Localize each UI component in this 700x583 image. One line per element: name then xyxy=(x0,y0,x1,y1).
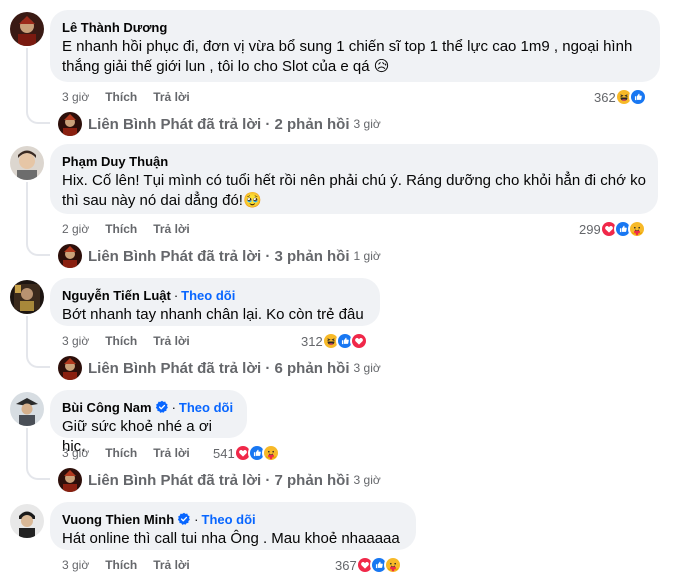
reply-button[interactable]: Trả lời xyxy=(153,558,190,572)
thread-connector xyxy=(26,464,50,480)
avatar[interactable] xyxy=(10,12,44,46)
avatar xyxy=(58,244,82,268)
comment-text: Hix. Cố lên! Tụi mình có tuổi hết rồi nê… xyxy=(62,172,646,209)
reaction-count: 299 xyxy=(579,221,601,237)
reaction-summary[interactable]: 541 xyxy=(213,443,280,463)
like-button[interactable]: Thích xyxy=(105,334,137,348)
comment-author[interactable]: Lê Thành Dương xyxy=(62,20,167,35)
care-icon xyxy=(261,444,280,462)
separator-dot: · xyxy=(173,287,179,303)
reply-time: 3 giờ xyxy=(353,361,381,375)
follow-button[interactable]: Theo dõi xyxy=(202,512,256,527)
reply-button[interactable]: Trả lời xyxy=(153,90,190,104)
comment-bubble: Vuong Thien Minh · Theo dõi Hát online t… xyxy=(50,502,416,550)
comment-bubble: Lê Thành Dương E nhanh hồi phục đi, đơn … xyxy=(50,10,660,82)
avatar[interactable] xyxy=(10,146,44,180)
reaction-count: 312 xyxy=(301,333,323,349)
comment-actions: 3 giờ Thích Trả lời xyxy=(62,557,206,573)
verified-badge-icon xyxy=(155,400,169,414)
reply-button[interactable]: Trả lời xyxy=(153,334,190,348)
reaction-count: 362 xyxy=(594,89,616,105)
separator-dot: · xyxy=(194,511,199,527)
view-replies[interactable]: Liên Bình Phát đã trả lời · 2 phản hồi 3… xyxy=(58,112,381,136)
avatar xyxy=(58,112,82,136)
reply-button[interactable]: Trả lời xyxy=(153,222,190,236)
view-replies[interactable]: Liên Bình Phát đã trả lời · 3 phản hồi 1… xyxy=(58,244,381,268)
like-button[interactable]: Thích xyxy=(105,90,137,104)
thread-line xyxy=(26,48,28,108)
comment-text: Hát online thì call tui nha Ông . Mau kh… xyxy=(62,530,400,547)
follow-button[interactable]: Theo dõi xyxy=(181,288,235,303)
reply-time: 3 giờ xyxy=(353,473,381,487)
comment-text: Bớt nhanh tay nhanh chân lại. Ko còn trẻ… xyxy=(62,306,364,323)
avatar[interactable] xyxy=(10,280,44,314)
reply-summary[interactable]: Liên Bình Phát đã trả lời · 7 phản hồi xyxy=(88,472,350,489)
comment-author[interactable]: Phạm Duy Thuận xyxy=(62,154,168,169)
thread-line xyxy=(26,428,28,464)
reply-summary[interactable]: Liên Bình Phát đã trả lời · 2 phản hồi xyxy=(88,116,350,133)
comment-bubble: Phạm Duy Thuận Hix. Cố lên! Tụi mình có … xyxy=(50,144,658,214)
care-icon xyxy=(627,220,646,238)
like-button[interactable]: Thích xyxy=(105,558,137,572)
comment-actions: 2 giờ Thích Trả lời xyxy=(62,221,206,237)
thread-line xyxy=(26,316,28,352)
love-icon xyxy=(349,332,368,350)
reply-summary[interactable]: Liên Bình Phát đã trả lời · 6 phản hồi xyxy=(88,360,350,377)
verified-badge-icon xyxy=(177,512,191,526)
avatar xyxy=(58,356,82,380)
comment-bubble: Bùi Công Nam · Theo dõi Giữ sức khoẻ nhé… xyxy=(50,390,247,455)
reaction-summary[interactable]: 367 xyxy=(335,555,402,575)
comment-time[interactable]: 2 giờ xyxy=(62,222,89,236)
thread-connector xyxy=(26,240,50,256)
reply-time: 3 giờ xyxy=(353,117,381,131)
comment-time[interactable]: 3 giờ xyxy=(62,334,89,348)
comment-time[interactable]: 3 giờ xyxy=(62,558,89,572)
comment-actions: 3 giờ Thích Trả lời xyxy=(62,333,206,349)
comment-author[interactable]: Vuong Thien Minh xyxy=(62,512,174,527)
avatar[interactable] xyxy=(10,504,44,538)
reply-time: 1 giờ xyxy=(353,249,381,263)
comment-actions: 3 giờ Thích Trả lời xyxy=(62,445,206,461)
like-button[interactable]: Thích xyxy=(105,446,137,460)
comment-actions: 3 giờ Thích Trả lời xyxy=(62,89,206,105)
reaction-count: 367 xyxy=(335,557,357,573)
follow-button[interactable]: Theo dõi xyxy=(179,400,233,415)
separator-dot: · xyxy=(171,399,176,415)
thread-connector xyxy=(26,352,50,368)
comment-author[interactable]: Nguyễn Tiến Luật xyxy=(62,288,171,303)
comment-time[interactable]: 3 giờ xyxy=(62,446,89,460)
thread-connector xyxy=(26,108,50,124)
avatar[interactable] xyxy=(10,392,44,426)
reply-summary[interactable]: Liên Bình Phát đã trả lời · 3 phản hồi xyxy=(88,248,350,265)
view-replies[interactable]: Liên Bình Phát đã trả lời · 7 phản hồi 3… xyxy=(58,468,381,492)
reaction-summary[interactable]: 362 xyxy=(594,87,647,107)
reply-button[interactable]: Trả lời xyxy=(153,446,190,460)
reaction-summary[interactable]: 299 xyxy=(579,219,646,239)
comment-text: E nhanh hồi phục đi, đơn vị vừa bổ sung … xyxy=(62,38,633,75)
view-replies[interactable]: Liên Bình Phát đã trả lời · 6 phản hồi 3… xyxy=(58,356,381,380)
reaction-summary[interactable]: 312 xyxy=(301,331,368,351)
reaction-count: 541 xyxy=(213,445,235,461)
avatar xyxy=(58,468,82,492)
comment-author[interactable]: Bùi Công Nam xyxy=(62,400,152,415)
like-button[interactable]: Thích xyxy=(105,222,137,236)
comment-time[interactable]: 3 giờ xyxy=(62,90,89,104)
like-icon xyxy=(628,88,647,106)
thread-line xyxy=(26,182,28,240)
care-icon xyxy=(383,556,402,574)
comment-bubble: Nguyễn Tiến Luật · Theo dõi Bớt nhanh ta… xyxy=(50,278,380,326)
